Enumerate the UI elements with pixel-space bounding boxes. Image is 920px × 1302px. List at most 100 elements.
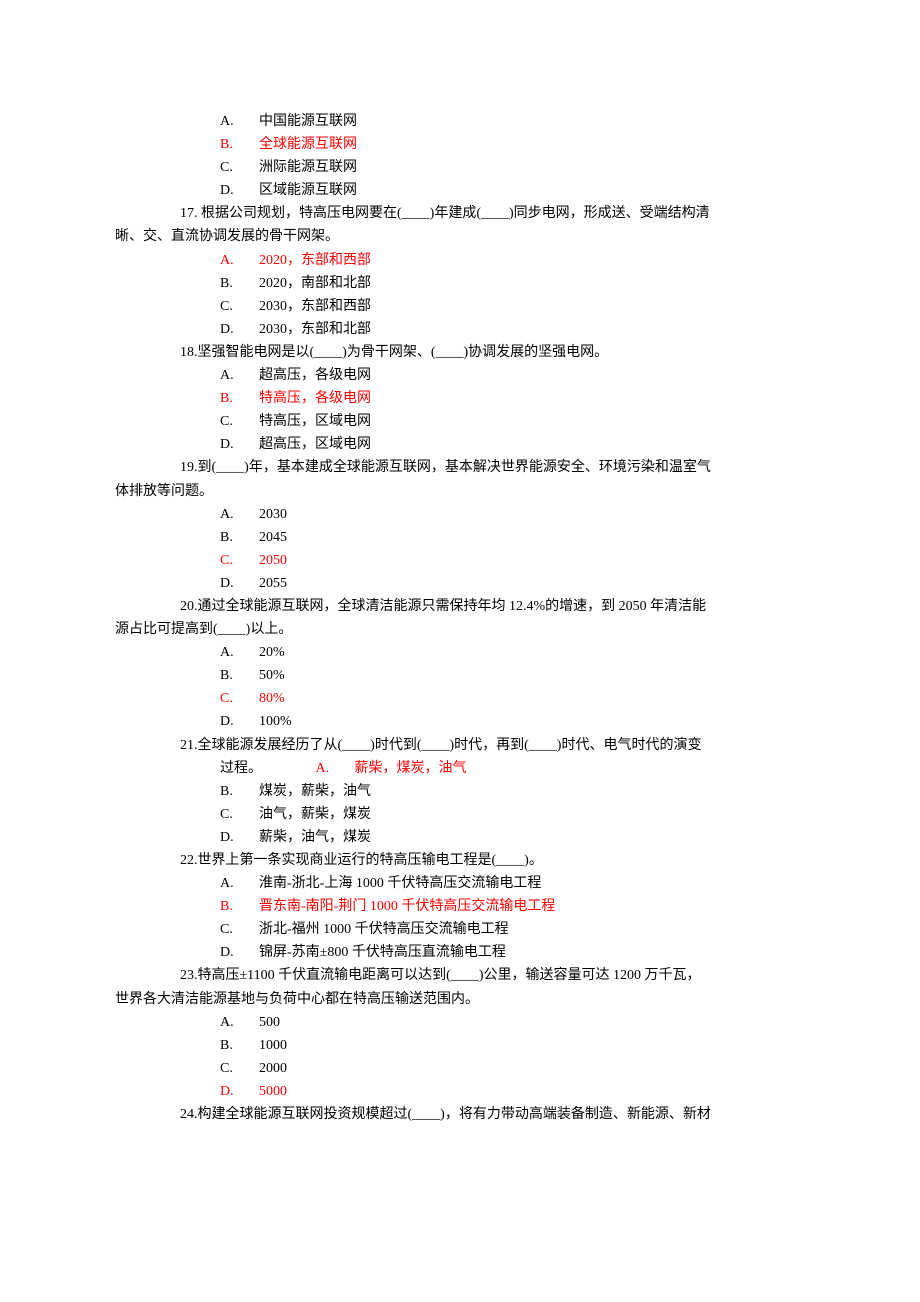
option-text: 80% <box>259 691 285 706</box>
q19-option-d: D. 2055 <box>220 572 805 595</box>
option-text: 5000 <box>259 1084 287 1099</box>
option-letter: B. <box>220 133 240 156</box>
q24-stem: 24.构建全球能源互联网投资规模超过(____)，将有力带动高端装备制造、新能源… <box>180 1103 805 1126</box>
option-text: 超高压，各级电网 <box>259 368 371 383</box>
q21-option-b: B. 煤炭，薪柴，油气 <box>220 780 805 803</box>
q21-option-a: A. 薪柴，煤炭，油气 <box>316 761 467 776</box>
option-text: 2030，东部和北部 <box>259 322 371 337</box>
option-text: 50% <box>259 668 285 683</box>
document-page: A. 中国能源互联网 B. 全球能源互联网 C. 洲际能源互联网 D. 区域能源… <box>0 0 920 1302</box>
option-letter: D. <box>220 941 240 964</box>
q21-option-d: D. 薪柴，油气，煤炭 <box>220 826 805 849</box>
option-text: 淮南-浙北-上海 1000 千伏特高压交流输电工程 <box>259 876 541 891</box>
q21-line2-with-option-a: 过程。 A. 薪柴，煤炭，油气 <box>220 757 805 780</box>
option-letter: D. <box>220 826 240 849</box>
option-text: 超高压，区域电网 <box>259 437 371 452</box>
q17-option-c: C. 2030，东部和西部 <box>220 295 805 318</box>
q22-option-a: A. 淮南-浙北-上海 1000 千伏特高压交流输电工程 <box>220 872 805 895</box>
option-text: 1000 <box>259 1038 287 1053</box>
option-letter: A. <box>316 757 336 780</box>
q18-stem: 18.坚强智能电网是以(____)为骨干网架、(____)协调发展的坚强电网。 <box>180 341 805 364</box>
q17-option-d: D. 2030，东部和北部 <box>220 318 805 341</box>
option-letter: A. <box>220 249 240 272</box>
q16-option-a: A. 中国能源互联网 <box>220 110 805 133</box>
option-letter: C. <box>220 687 240 710</box>
option-text: 薪柴，油气，煤炭 <box>259 830 371 845</box>
q23-option-b: B. 1000 <box>220 1034 805 1057</box>
q19-stem-line2: 体排放等问题。 <box>115 480 805 503</box>
q18-option-d: D. 超高压，区域电网 <box>220 433 805 456</box>
q20-stem-line2: 源占比可提高到(____)以上。 <box>115 618 805 641</box>
option-text: 2050 <box>259 553 287 568</box>
option-letter: B. <box>220 664 240 687</box>
option-text: 2020，东部和西部 <box>259 253 371 268</box>
option-text: 洲际能源互联网 <box>259 160 357 175</box>
option-text: 2045 <box>259 530 287 545</box>
option-text: 100% <box>259 714 292 729</box>
option-letter: B. <box>220 1034 240 1057</box>
q21-option-c: C. 油气，薪柴，煤炭 <box>220 803 805 826</box>
option-text: 锦屏-苏南±800 千伏特高压直流输电工程 <box>259 945 506 960</box>
q23-option-d: D. 5000 <box>220 1080 805 1103</box>
q19-option-b: B. 2045 <box>220 526 805 549</box>
option-text: 20% <box>259 645 285 660</box>
q22-option-c: C. 浙北-福州 1000 千伏特高压交流输电工程 <box>220 918 805 941</box>
q23-option-c: C. 2000 <box>220 1057 805 1080</box>
option-text: 2030 <box>259 507 287 522</box>
q17-stem-line2: 晰、交、直流协调发展的骨干网架。 <box>115 225 805 248</box>
option-text: 晋东南-南阳-荆门 1000 千伏特高压交流输电工程 <box>259 899 555 914</box>
q23-stem-line2: 世界各大清洁能源基地与负荷中心都在特高压输送范围内。 <box>115 988 805 1011</box>
q16-option-c: C. 洲际能源互联网 <box>220 156 805 179</box>
q22-option-b: B. 晋东南-南阳-荆门 1000 千伏特高压交流输电工程 <box>220 895 805 918</box>
q20-option-a: A. 20% <box>220 641 805 664</box>
option-letter: C. <box>220 295 240 318</box>
option-text: 特高压，区域电网 <box>259 414 371 429</box>
option-letter: C. <box>220 156 240 179</box>
q19-option-a: A. 2030 <box>220 503 805 526</box>
option-letter: D. <box>220 1080 240 1103</box>
q17-option-b: B. 2020，南部和北部 <box>220 272 805 295</box>
option-letter: C. <box>220 549 240 572</box>
option-letter: B. <box>220 526 240 549</box>
q22-option-d: D. 锦屏-苏南±800 千伏特高压直流输电工程 <box>220 941 805 964</box>
q17-option-a: A. 2020，东部和西部 <box>220 249 805 272</box>
option-letter: A. <box>220 1011 240 1034</box>
option-letter: D. <box>220 433 240 456</box>
option-text: 浙北-福州 1000 千伏特高压交流输电工程 <box>259 922 509 937</box>
q16-option-d: D. 区域能源互联网 <box>220 179 805 202</box>
option-letter: B. <box>220 272 240 295</box>
option-letter: D. <box>220 179 240 202</box>
option-text: 2030，东部和西部 <box>259 299 371 314</box>
option-text: 中国能源互联网 <box>259 114 357 129</box>
option-letter: D. <box>220 572 240 595</box>
option-text: 2000 <box>259 1061 287 1076</box>
option-text: 油气，薪柴，煤炭 <box>259 807 371 822</box>
option-letter: B. <box>220 780 240 803</box>
q17-stem-line1: 17. 根据公司规划，特高压电网要在(____)年建成(____)同步电网，形成… <box>180 202 805 225</box>
option-letter: B. <box>220 895 240 918</box>
q18-option-b: B. 特高压，各级电网 <box>220 387 805 410</box>
q21-stem-end: 过程。 <box>220 761 262 776</box>
option-text: 薪柴，煤炭，油气 <box>355 761 467 776</box>
option-text: 2020，南部和北部 <box>259 276 371 291</box>
q20-option-d: D. 100% <box>220 710 805 733</box>
option-text: 特高压，各级电网 <box>259 391 371 406</box>
q20-stem-line1: 20.通过全球能源互联网，全球清洁能源只需保持年均 12.4%的增速，到 205… <box>180 595 805 618</box>
q18-option-a: A. 超高压，各级电网 <box>220 364 805 387</box>
q19-option-c: C. 2050 <box>220 549 805 572</box>
q20-option-b: B. 50% <box>220 664 805 687</box>
option-text: 煤炭，薪柴，油气 <box>259 784 371 799</box>
option-letter: A. <box>220 503 240 526</box>
option-text: 500 <box>259 1015 280 1030</box>
option-letter: C. <box>220 918 240 941</box>
option-letter: B. <box>220 387 240 410</box>
option-text: 区域能源互联网 <box>259 183 357 198</box>
option-letter: A. <box>220 641 240 664</box>
option-letter: C. <box>220 803 240 826</box>
q16-option-b: B. 全球能源互联网 <box>220 133 805 156</box>
option-letter: C. <box>220 410 240 433</box>
q21-stem-line1: 21.全球能源发展经历了从(____)时代到(____)时代，再到(____)时… <box>180 734 805 757</box>
option-letter: C. <box>220 1057 240 1080</box>
option-letter: A. <box>220 872 240 895</box>
option-letter: D. <box>220 710 240 733</box>
